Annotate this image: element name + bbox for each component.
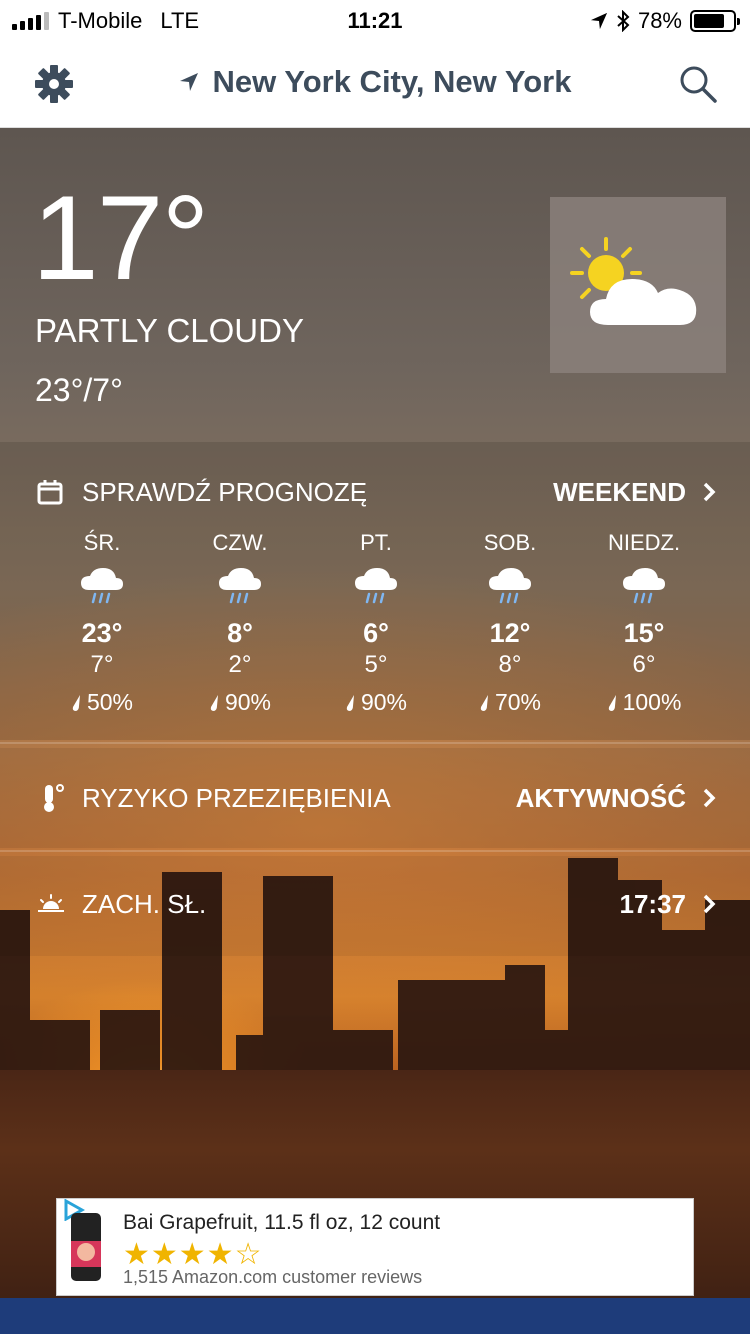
current-condition-icon-box bbox=[550, 197, 726, 373]
day-high: 12° bbox=[489, 618, 531, 648]
sunset-row[interactable]: ZACH. SŁ. 17:37 bbox=[0, 874, 750, 934]
chevron-right-icon bbox=[703, 788, 716, 808]
ad-banner[interactable]: Bai Grapefruit, 11.5 fl oz, 12 count ★★★… bbox=[56, 1198, 694, 1296]
day-name: SOB. bbox=[483, 530, 537, 555]
raindrop-icon bbox=[210, 694, 218, 711]
activity-link[interactable]: AKTYWNOŚĆ bbox=[516, 783, 716, 814]
day-name: NIEDZ. bbox=[607, 530, 681, 555]
forecast-day[interactable]: NIEDZ. 15° 6° 100% bbox=[574, 530, 714, 716]
current-temperature: 17° bbox=[32, 171, 209, 305]
day-high: 23° bbox=[81, 618, 123, 648]
precip-chance: 50% bbox=[86, 689, 134, 715]
raindrop-icon bbox=[346, 694, 354, 711]
partly-cloudy-icon bbox=[570, 237, 697, 325]
ad-title: Bai Grapefruit, 11.5 fl oz, 12 count bbox=[123, 1211, 441, 1234]
status-right: 78% bbox=[590, 8, 740, 34]
raindrop-icon bbox=[72, 694, 80, 711]
precip-chance: 100% bbox=[622, 689, 682, 715]
precip-chance: 70% bbox=[494, 689, 542, 715]
cold-risk-row[interactable]: RYZYKO PRZEZIĘBIENIA AKTYWNOŚĆ bbox=[0, 768, 750, 828]
precip-chance: 90% bbox=[360, 689, 408, 715]
bluetooth-icon bbox=[617, 10, 630, 32]
rain-cloud-icon bbox=[355, 568, 397, 604]
day-low: 7° bbox=[90, 651, 114, 678]
sunset-panel: ZACH. SŁ. 17:37 bbox=[0, 856, 750, 956]
forecast-day[interactable]: SOB. 12° 8° 70% bbox=[440, 530, 580, 716]
cold-risk-panel: RYZYKO PRZEZIĘBIENIA AKTYWNOŚĆ bbox=[0, 748, 750, 848]
day-low: 8° bbox=[498, 651, 522, 678]
calendar-icon bbox=[37, 480, 63, 505]
location-title: New York City, New York bbox=[212, 64, 572, 99]
precip-chance: 90% bbox=[224, 689, 272, 715]
weekend-link[interactable]: WEEKEND bbox=[553, 477, 716, 508]
rain-cloud-icon bbox=[623, 568, 665, 604]
raindrop-icon bbox=[480, 694, 488, 711]
forecast-label: SPRAWDŹ PROGNOZĘ bbox=[82, 476, 368, 507]
current-condition: PARTLY CLOUDY bbox=[35, 312, 304, 349]
day-high: 6° bbox=[363, 618, 389, 648]
location-services-icon bbox=[590, 12, 608, 30]
search-icon[interactable] bbox=[678, 64, 718, 104]
day-low: 2° bbox=[228, 651, 252, 678]
day-low: 5° bbox=[364, 651, 388, 678]
battery-icon bbox=[690, 10, 740, 32]
status-bar: T-Mobile LTE 11:21 78% bbox=[0, 0, 750, 42]
sunset-time: 17:37 bbox=[619, 888, 687, 919]
rain-cloud-icon bbox=[489, 568, 531, 604]
high-low-temperature: 23°/7° bbox=[35, 372, 123, 408]
battery-percent: 78% bbox=[637, 8, 682, 33]
location-arrow-icon bbox=[179, 73, 198, 91]
rain-cloud-icon bbox=[219, 568, 261, 604]
activity-link-label: AKTYWNOŚĆ bbox=[515, 782, 686, 813]
day-high: 15° bbox=[623, 618, 665, 648]
forecast-panel: SPRAWDŹ PROGNOZĘ WEEKEND ŚR. 23° 7° 50% … bbox=[0, 442, 750, 740]
app-header: New York City, New York bbox=[0, 42, 750, 128]
divider bbox=[0, 742, 750, 744]
cold-risk-label: RYZYKO PRZEZIĘBIENIA bbox=[82, 782, 391, 813]
forecast-header[interactable]: SPRAWDŹ PROGNOZĘ WEEKEND bbox=[0, 462, 750, 522]
bottom-bar bbox=[0, 1298, 750, 1334]
chevron-right-icon bbox=[703, 894, 716, 914]
location-button[interactable]: New York City, New York bbox=[0, 64, 750, 100]
day-name: ŚR. bbox=[83, 530, 121, 555]
product-image bbox=[71, 1213, 101, 1281]
sunset-time-link[interactable]: 17:37 bbox=[620, 889, 717, 920]
day-name: PT. bbox=[360, 530, 392, 555]
forecast-day[interactable]: CZW. 8° 2° 90% bbox=[170, 530, 310, 716]
forecast-day[interactable]: PT. 6° 5° 90% bbox=[306, 530, 446, 716]
day-high: 8° bbox=[227, 618, 253, 648]
review-count: 1,515 Amazon.com customer reviews bbox=[123, 1267, 423, 1287]
day-name: CZW. bbox=[212, 530, 268, 555]
forecast-day[interactable]: ŚR. 23° 7° 50% bbox=[32, 530, 172, 716]
divider bbox=[0, 850, 750, 852]
weekend-link-label: WEEKEND bbox=[553, 476, 686, 507]
sunset-icon bbox=[38, 894, 64, 912]
thermometer-icon bbox=[44, 784, 64, 812]
sunset-label: ZACH. SŁ. bbox=[82, 888, 207, 919]
chevron-right-icon bbox=[703, 482, 716, 502]
raindrop-icon bbox=[608, 694, 616, 711]
rain-cloud-icon bbox=[81, 568, 123, 604]
day-low: 6° bbox=[632, 651, 656, 678]
